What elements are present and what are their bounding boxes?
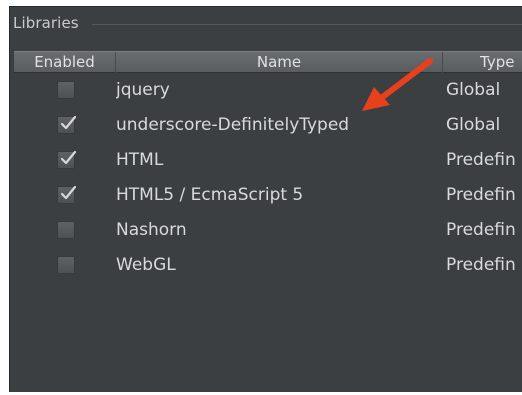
- library-type: Predefin: [446, 255, 516, 275]
- enabled-cell: [14, 178, 116, 213]
- title-separator: [92, 24, 522, 25]
- library-type: Global: [446, 115, 501, 135]
- library-name: HTML: [116, 150, 164, 170]
- table-row[interactable]: HTML Predefin: [14, 143, 522, 178]
- check-icon: [60, 150, 77, 165]
- enabled-checkbox[interactable]: [57, 81, 75, 99]
- library-name: HTML5 / EcmaScript 5: [116, 185, 304, 205]
- table-row[interactable]: HTML5 / EcmaScript 5 Predefin: [14, 178, 522, 213]
- enabled-cell: [14, 143, 116, 178]
- enabled-cell: [14, 108, 116, 143]
- table-header: Enabled Name Type: [14, 51, 522, 73]
- arrow-icon: [362, 58, 433, 111]
- library-type: Global: [446, 80, 501, 100]
- panel-title: Libraries: [13, 14, 79, 32]
- screenshot: Libraries Enabled Name Type jquery Global…: [0, 0, 522, 395]
- library-name: WebGL: [116, 255, 176, 275]
- library-type: Predefin: [446, 220, 516, 240]
- enabled-cell: [14, 73, 116, 108]
- enabled-checkbox[interactable]: [57, 256, 75, 274]
- table-row[interactable]: jquery Global: [14, 73, 522, 108]
- enabled-cell: [14, 248, 116, 283]
- column-header-type[interactable]: Type: [443, 52, 522, 73]
- enabled-checkbox[interactable]: [57, 115, 77, 134]
- library-type: Predefin: [446, 150, 516, 170]
- check-icon: [60, 115, 77, 130]
- enabled-checkbox[interactable]: [57, 150, 77, 169]
- check-icon: [60, 185, 77, 200]
- enabled-cell: [14, 213, 116, 248]
- table-row[interactable]: Nashorn Predefin: [14, 213, 522, 248]
- table-row[interactable]: underscore-DefinitelyTyped Global: [14, 108, 522, 143]
- library-name: Nashorn: [116, 220, 187, 240]
- enabled-checkbox[interactable]: [57, 221, 75, 239]
- column-header-enabled[interactable]: Enabled: [14, 52, 116, 73]
- libraries-panel: Libraries Enabled Name Type jquery Global…: [9, 6, 522, 392]
- library-type: Predefin: [446, 185, 516, 205]
- enabled-checkbox[interactable]: [57, 185, 77, 204]
- libraries-table: Enabled Name Type jquery Global underscore…: [14, 51, 522, 388]
- table-row[interactable]: WebGL Predefin: [14, 248, 522, 283]
